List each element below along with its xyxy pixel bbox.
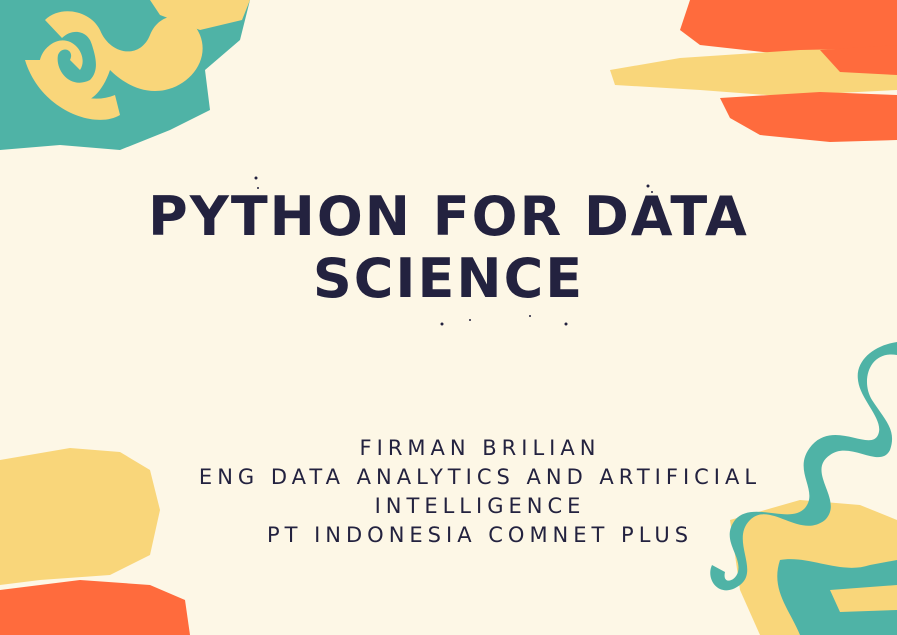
orange-brush-top-right-2 bbox=[720, 92, 897, 142]
slide: PYTHON FOR DATA SCIENCE FIRMAN BRILIAN E… bbox=[0, 0, 897, 635]
title-line-1: PYTHON FOR DATA bbox=[148, 185, 749, 248]
yellow-brush-bottom-left bbox=[0, 448, 160, 585]
title-line-2: SCIENCE bbox=[312, 247, 585, 310]
page-title: PYTHON FOR DATA SCIENCE bbox=[0, 186, 897, 310]
author-company: PT INDONESIA COMNET PLUS bbox=[266, 523, 694, 547]
author-role-line-2: INTELLIGENCE bbox=[374, 494, 586, 518]
author-block: FIRMAN BRILIAN ENG DATA ANALYTICS AND AR… bbox=[140, 434, 820, 550]
orange-brush-top-right-1 bbox=[680, 0, 897, 55]
orange-brush-bottom-left bbox=[0, 580, 190, 635]
author-role-line-1: ENG DATA ANALYTICS AND ARTIFICIAL bbox=[198, 465, 762, 489]
author-name: FIRMAN BRILIAN bbox=[359, 436, 601, 460]
